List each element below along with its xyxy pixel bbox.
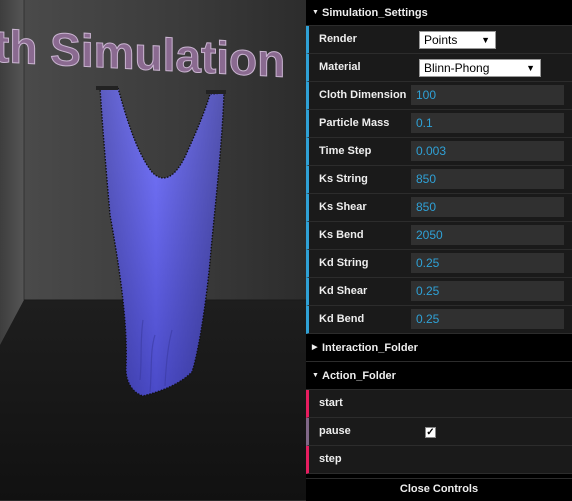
number-input[interactable]: 0.1	[411, 113, 564, 133]
control-label: Ks Bend	[319, 229, 364, 241]
control-label: Time Step	[319, 145, 372, 157]
control-particle-mass: Particle Mass 0.1	[306, 110, 572, 138]
control-label: Ks String	[319, 173, 368, 185]
dropdown-arrow-icon: ▼	[481, 35, 490, 45]
control-material: Material Blinn-Phong ▼	[306, 54, 572, 82]
number-input[interactable]: 0.003	[411, 141, 564, 161]
step-button[interactable]: step	[306, 446, 572, 474]
control-label: Kd Bend	[319, 313, 365, 325]
caret-down-icon: ▼	[312, 9, 319, 16]
control-label: step	[319, 453, 342, 465]
folder-title-label: Action_Folder	[322, 370, 396, 382]
material-select[interactable]: Blinn-Phong ▼	[419, 59, 541, 77]
number-input[interactable]: 2050	[411, 225, 564, 245]
close-controls-button[interactable]: Close Controls	[306, 478, 572, 501]
control-label: Kd Shear	[319, 285, 368, 297]
number-input[interactable]: 0.25	[411, 253, 564, 273]
number-input[interactable]: 850	[411, 169, 564, 189]
control-label: Particle Mass	[319, 117, 390, 129]
control-label: Render	[319, 33, 357, 45]
render-select[interactable]: Points ▼	[419, 31, 496, 49]
control-time-step: Time Step 0.003	[306, 138, 572, 166]
folder-simulation-settings[interactable]: ▼ Simulation_Settings	[306, 0, 572, 26]
control-label: start	[319, 397, 343, 409]
caret-right-icon: ▶	[312, 344, 318, 351]
dropdown-arrow-icon: ▼	[526, 63, 535, 73]
control-ks-bend: Ks Bend 2050	[306, 222, 572, 250]
control-pause: pause ✓	[306, 418, 572, 446]
folder-interaction[interactable]: ▶ Interaction_Folder	[306, 334, 572, 362]
select-value: Points	[424, 33, 458, 47]
control-label: pause	[319, 425, 351, 437]
pause-checkbox[interactable]: ✓	[425, 427, 436, 438]
control-label: Material	[319, 61, 361, 73]
control-kd-string: Kd String 0.25	[306, 250, 572, 278]
number-input[interactable]: 0.25	[411, 281, 564, 301]
control-label: Kd String	[319, 257, 369, 269]
control-kd-bend: Kd Bend 0.25	[306, 306, 572, 334]
start-button[interactable]: start	[306, 390, 572, 418]
caret-down-icon: ▼	[312, 372, 319, 379]
control-render: Render Points ▼	[306, 26, 572, 54]
control-label: Cloth Dimension	[319, 89, 407, 101]
control-label: Ks Shear	[319, 201, 367, 213]
number-input[interactable]: 850	[411, 197, 564, 217]
number-input[interactable]: 0.25	[411, 309, 564, 329]
control-ks-shear: Ks Shear 850	[306, 194, 572, 222]
folder-title-label: Simulation_Settings	[322, 7, 428, 19]
folder-title-label: Interaction_Folder	[322, 342, 418, 354]
control-kd-shear: Kd Shear 0.25	[306, 278, 572, 306]
folder-action[interactable]: ▼ Action_Folder	[306, 362, 572, 390]
controls-panel: ▼ Simulation_Settings Render Points ▼ Ma…	[306, 0, 572, 501]
control-cloth-dimension: Cloth Dimension 100	[306, 82, 572, 110]
select-value: Blinn-Phong	[424, 61, 490, 75]
number-input[interactable]: 100	[411, 85, 564, 105]
control-ks-string: Ks String 850	[306, 166, 572, 194]
